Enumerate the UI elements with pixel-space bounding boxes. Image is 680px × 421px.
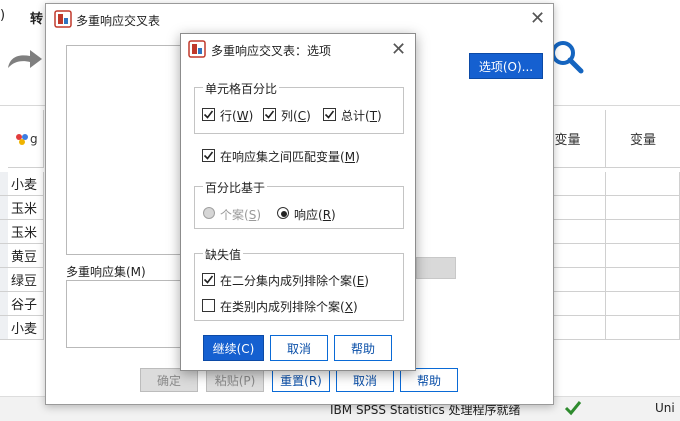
table-cell[interactable] — [606, 316, 680, 340]
checkmark-icon — [203, 110, 214, 119]
exclude-dichotomy-label: 在二分集内成列排除个案(E) — [220, 274, 369, 288]
exclude-category-label: 在类别内成列排除个案(X) — [220, 300, 358, 314]
close-icon[interactable]: ✕ — [530, 10, 545, 28]
multi-response-set-list[interactable] — [66, 280, 181, 348]
cases-radio-label: 个案(S) — [220, 208, 262, 222]
paste-button[interactable]: 粘贴(P) — [206, 368, 264, 392]
nominal-variable-icon — [16, 133, 28, 145]
cell-percent-title: 单元格百分比 — [203, 80, 280, 97]
match-variables-label: 在响应集之间匹配变量(M) — [220, 150, 360, 164]
table-cell[interactable]: 小麦 — [8, 316, 44, 340]
table-cell[interactable] — [606, 292, 680, 316]
var-icon-label: g — [30, 131, 38, 146]
redo-icon[interactable] — [4, 44, 44, 74]
percent-base-title: 百分比基于 — [203, 179, 268, 196]
options-dialog-title: 多重响应交叉表：选项 — [211, 44, 332, 58]
table-cell[interactable] — [606, 220, 680, 244]
help-button[interactable]: 帮助 — [334, 335, 392, 361]
total-checkbox-label: 总计(T) — [341, 109, 382, 123]
column-checkbox-label: 列(C) — [281, 109, 311, 123]
cancel-button[interactable]: 取消 — [270, 335, 328, 361]
close-icon[interactable]: ✕ — [391, 41, 406, 59]
responses-radio-label: 响应(R) — [294, 208, 336, 222]
row-number[interactable] — [0, 244, 8, 268]
row-number[interactable] — [0, 196, 8, 220]
exclude-dichotomy-checkbox[interactable] — [202, 273, 215, 286]
row-number[interactable] — [0, 292, 8, 316]
help-button[interactable]: 帮助 — [400, 368, 458, 392]
continue-button[interactable]: 继续(C) — [203, 335, 264, 361]
column-header-variable[interactable]: 变量 — [606, 110, 680, 168]
checkmark-icon — [324, 110, 335, 119]
table-cell[interactable]: 绿豆 — [8, 268, 44, 292]
table-cell[interactable] — [606, 268, 680, 292]
responses-radio[interactable] — [277, 207, 289, 219]
column-checkbox[interactable] — [263, 108, 276, 121]
row-checkbox-label: 行(W) — [220, 109, 254, 123]
variable-list[interactable] — [66, 45, 186, 255]
table-cell[interactable]: 小麦 — [8, 172, 44, 196]
total-checkbox[interactable] — [323, 108, 336, 121]
selected-list-item[interactable] — [416, 257, 456, 279]
row-number[interactable] — [0, 268, 8, 292]
exclude-category-checkbox[interactable] — [202, 299, 215, 312]
table-cell[interactable] — [606, 172, 680, 196]
menu-item-convert[interactable]: 转 — [30, 8, 43, 27]
reset-button[interactable]: 重置(R) — [272, 368, 330, 392]
row-number[interactable] — [0, 172, 8, 196]
checkmark-icon — [264, 110, 275, 119]
table-cell[interactable]: 谷子 — [8, 292, 44, 316]
row-number[interactable] — [0, 220, 8, 244]
table-cell[interactable] — [606, 196, 680, 220]
multi-response-set-label: 多重响应集(M) — [66, 265, 146, 279]
options-button[interactable]: 选项(O)... — [469, 53, 543, 79]
ready-check-icon — [564, 401, 582, 416]
menu-item-partial[interactable]: ) — [0, 8, 5, 23]
ok-button[interactable]: 确定 — [140, 368, 198, 392]
table-cell[interactable] — [606, 244, 680, 268]
status-unicode: Uni — [655, 401, 675, 415]
options-dialog: 多重响应交叉表：选项 ✕ 单元格百分比 行(W) 列(C) 总计(T) 在响应集… — [180, 33, 416, 371]
dialog-title: 多重响应交叉表 — [76, 14, 161, 28]
match-variables-checkbox[interactable] — [202, 149, 215, 162]
var-column-header[interactable]: g — [8, 110, 44, 168]
cancel-button[interactable]: 取消 — [336, 368, 394, 392]
checkmark-icon — [203, 151, 214, 160]
missing-values-title: 缺失值 — [203, 246, 244, 263]
checkmark-icon — [203, 275, 214, 284]
app-icon — [188, 40, 206, 58]
row-checkbox[interactable] — [202, 108, 215, 121]
app-icon — [54, 10, 72, 28]
cases-radio[interactable] — [203, 207, 215, 219]
table-cell[interactable]: 黄豆 — [8, 244, 44, 268]
row-number[interactable] — [0, 316, 8, 340]
table-cell[interactable]: 玉米 — [8, 196, 44, 220]
table-cell[interactable]: 玉米 — [8, 220, 44, 244]
